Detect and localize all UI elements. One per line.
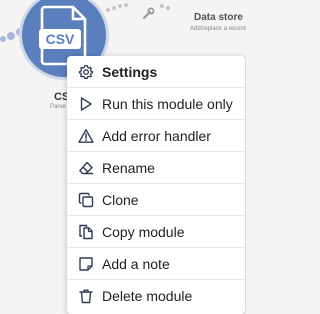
clone-icon bbox=[78, 192, 94, 208]
menu-item-clone[interactable]: Clone bbox=[67, 184, 245, 216]
warning-icon bbox=[78, 129, 94, 143]
menu-item-add-error-handler[interactable]: Add error handler bbox=[67, 120, 245, 152]
menu-item-run-this-module-only[interactable]: Run this module only bbox=[67, 88, 245, 120]
module-context-menu: Settings Run this module only Add error … bbox=[67, 56, 245, 314]
menu-item-label: Rename bbox=[102, 160, 155, 176]
trash-icon bbox=[79, 289, 93, 304]
datastore-module-sublabel: Add/replace a record bbox=[190, 26, 246, 32]
menu-item-label: Add a note bbox=[102, 256, 170, 272]
note-icon bbox=[79, 257, 93, 271]
menu-item-label: Copy module bbox=[102, 224, 185, 240]
copy-icon bbox=[79, 224, 93, 240]
datastore-module-label: Data store bbox=[194, 12, 243, 23]
gear-icon bbox=[78, 64, 94, 79]
play-icon bbox=[80, 97, 92, 111]
menu-item-label: Settings bbox=[102, 64, 158, 80]
menu-item-rename[interactable]: Rename bbox=[67, 152, 245, 184]
eraser-icon bbox=[79, 161, 94, 175]
menu-item-delete-module[interactable]: Delete module bbox=[67, 280, 245, 312]
menu-item-label: Add error handler bbox=[102, 128, 211, 144]
menu-item-label: Clone bbox=[102, 192, 139, 208]
scenario-canvas[interactable]: CSV CS Parse Data store Add/replace a re… bbox=[0, 0, 246, 314]
menu-item-add-a-note[interactable]: Add a note bbox=[67, 248, 245, 280]
csv-module-sublabel: Parse bbox=[50, 104, 66, 110]
menu-item-label: Delete module bbox=[102, 288, 193, 304]
menu-item-settings[interactable]: Settings bbox=[67, 56, 245, 88]
menu-item-label: Run this module only bbox=[102, 96, 233, 112]
wrench-icon[interactable] bbox=[141, 7, 155, 21]
csv-badge-text: CSV bbox=[46, 31, 75, 47]
menu-item-copy-module[interactable]: Copy module bbox=[67, 216, 245, 248]
